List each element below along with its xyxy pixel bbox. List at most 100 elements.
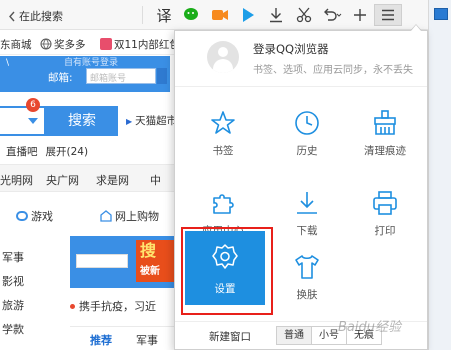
translate-button[interactable]: 译 [150,4,178,26]
menu-item-clear-traces[interactable]: 清理痕迹 [343,93,427,161]
news-item[interactable]: 携手抗疫，习近 [70,298,156,314]
download-button[interactable] [262,4,290,26]
news-text: 携手抗疫，习近 [79,300,156,313]
site-nav: 光明网 央广网 求是网 中 [0,164,175,192]
printer-icon [373,191,397,215]
games-label: 游戏 [31,210,53,223]
wechat-button[interactable] [178,4,206,26]
puzzle-icon [213,194,234,214]
chevron-left-icon [8,11,16,25]
undo-button[interactable] [318,4,346,26]
download-icon [270,8,282,23]
nav-link[interactable]: 央广网 [46,172,79,188]
menu-button[interactable] [374,4,402,26]
search-placeholder: 在此搜索 [19,10,63,23]
undo-icon [324,8,342,21]
menu-item-label: 换肤 [296,289,318,301]
browser-toolbar: 在此搜索 译 [0,0,428,30]
toolbar-divider [142,6,143,24]
bookmark-label: 奖多多 [54,39,86,51]
download-icon [297,192,317,214]
banner-text: 自有账号登录 [64,58,119,68]
tab-military[interactable]: 军事 [136,332,158,348]
bullet-icon [70,304,75,309]
star-icon [211,111,235,134]
menu-item-label: 打印 [374,225,396,237]
login-banner: \ 自有账号登录 邮箱: 邮箱账号 [0,56,170,92]
video-button[interactable] [206,4,234,26]
nav-link[interactable]: 中 [150,172,161,188]
login-title[interactable]: 登录QQ浏览器 [253,41,329,57]
watermark: Baidu经验 [338,320,401,335]
login-section[interactable]: 登录QQ浏览器 书签、选项、应用云同步，永不丢失 [175,31,427,87]
translate-icon: 译 [156,6,172,25]
category-item[interactable]: 旅游 [0,294,60,318]
category-list: 军事 影视 旅游 学款 [0,246,60,342]
zoom-normal-button[interactable]: 普通 [276,326,312,345]
promo-link[interactable]: ▶ 天猫超市 [126,113,177,128]
nav-link[interactable]: 光明网 [0,172,33,188]
quick-links: 直播吧 展开(24) [6,144,96,159]
browser-menu: 登录QQ浏览器 书签、选项、应用云同步，永不丢失 书签 历史 清理痕迹 应用中心… [174,30,428,350]
notification-badge: 6 [26,98,40,112]
shopping-link[interactable]: 网上购物 [100,208,159,224]
shopping-label: 网上购物 [115,210,159,223]
bookmark-label: 双11内部红包 [114,39,180,51]
play-icon [243,8,254,22]
side-panel-strip [428,0,451,350]
dropdown-arrow-icon[interactable] [28,118,38,124]
new-tab-button[interactable] [346,4,374,26]
link-item[interactable]: 展开(24) [46,146,89,158]
search-button[interactable]: 搜索 [46,106,118,136]
mail-login-button[interactable] [157,68,167,84]
link-item[interactable]: 直播吧 [6,146,38,158]
menu-item-print[interactable]: 打印 [343,173,427,241]
ad-subtitle: 被新 [140,266,160,277]
games-link[interactable]: 游戏 [16,208,53,224]
avatar[interactable] [207,41,239,73]
menu-item-label: 历史 [296,145,318,157]
side-panel-icon[interactable] [434,8,448,20]
category-item[interactable]: 军事 [0,246,60,270]
menu-item-history[interactable]: 历史 [265,93,349,161]
bookmark-item[interactable]: 双11内部红包 [100,37,180,52]
search-input[interactable] [0,106,46,136]
menu-item-bookmarks[interactable]: 书签 [181,93,265,161]
category-row: 游戏 网上购物 [0,202,175,228]
hamburger-icon [382,9,394,21]
bullet-icon: ▶ [126,117,133,126]
shop-icon [100,210,112,222]
bookmark-item[interactable]: 东商城 [0,37,32,52]
gift-icon [100,38,112,50]
promo-text: 天猫超市 [135,115,178,127]
broom-icon [374,110,396,135]
highlight-box [181,227,273,315]
video-camera-icon [212,10,228,20]
bookmark-item[interactable]: 奖多多 [40,37,86,52]
category-item[interactable]: 学款 [0,318,60,342]
category-item[interactable]: 影视 [0,270,60,294]
menu-item-label: 下载 [296,225,318,237]
login-subtitle: 书签、选项、应用云同步，永不丢失 [253,65,413,76]
ad-banner[interactable]: 搜被新 [70,236,175,288]
menu-item-downloads[interactable]: 下载 [265,173,349,241]
screenshot-button[interactable] [290,4,318,26]
scissors-icon [296,7,312,23]
bookmark-label: 东商城 [0,39,32,51]
play-button[interactable] [234,4,262,26]
tab-recommended[interactable]: 推荐 [90,332,112,348]
nav-link[interactable]: 求是网 [96,172,129,188]
clock-icon [295,111,319,135]
gamepad-icon [16,211,28,221]
ad-title: 搜 [140,241,157,260]
mail-input[interactable]: 邮箱账号 [86,68,156,84]
menu-caret-inner [411,25,421,31]
menu-item-skins[interactable]: 换肤 [265,237,349,305]
new-window-button[interactable]: 新建窗口 [209,329,251,344]
tshirt-icon [295,255,319,279]
wechat-icon [184,8,198,20]
mail-label: 邮箱: [48,72,73,84]
menu-item-label: 书签 [212,145,234,157]
search-box[interactable]: 在此搜索 [8,8,63,25]
plus-icon [354,9,366,21]
